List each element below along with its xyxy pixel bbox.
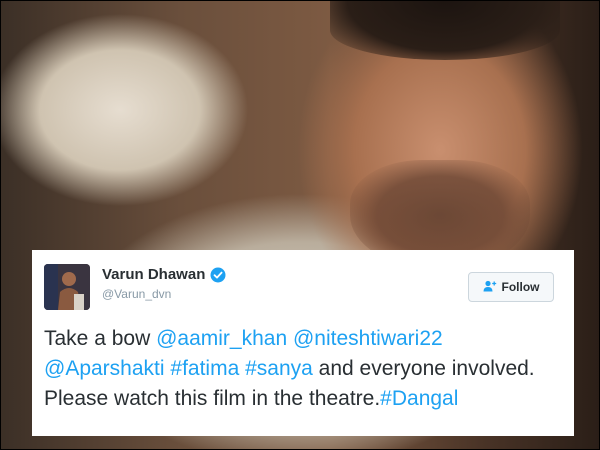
hashtag-link[interactable]: #sanya (245, 357, 313, 380)
follow-button[interactable]: Follow (468, 272, 554, 302)
background-hair-shape (330, 0, 560, 60)
add-user-icon (483, 280, 497, 295)
user-handle[interactable]: @Varun_dvn (102, 287, 171, 301)
tweet-text-segment: Take a bow (44, 327, 157, 350)
hashtag-link[interactable]: #fatima (170, 357, 239, 380)
tweet-text: Take a bow @aamir_khan @niteshtiwari22 @… (44, 324, 544, 414)
mention-link[interactable]: @aamir_khan (156, 327, 287, 350)
name-row: Varun Dhawan (102, 266, 226, 283)
verified-badge-icon (210, 267, 226, 283)
hashtag-link[interactable]: #Dangal (380, 387, 458, 410)
avatar[interactable] (44, 264, 90, 310)
display-name[interactable]: Varun Dhawan (102, 266, 205, 283)
mention-link[interactable]: @niteshtiwari22 (293, 327, 443, 350)
avatar-portrait-icon (44, 264, 90, 310)
follow-label: Follow (501, 280, 540, 294)
tweet-header: Varun Dhawan @Varun_dvn Follow (44, 264, 560, 312)
tweet-card: Varun Dhawan @Varun_dvn Follow Take a bo… (32, 250, 574, 436)
mention-link[interactable]: @Aparshakti (44, 357, 165, 380)
